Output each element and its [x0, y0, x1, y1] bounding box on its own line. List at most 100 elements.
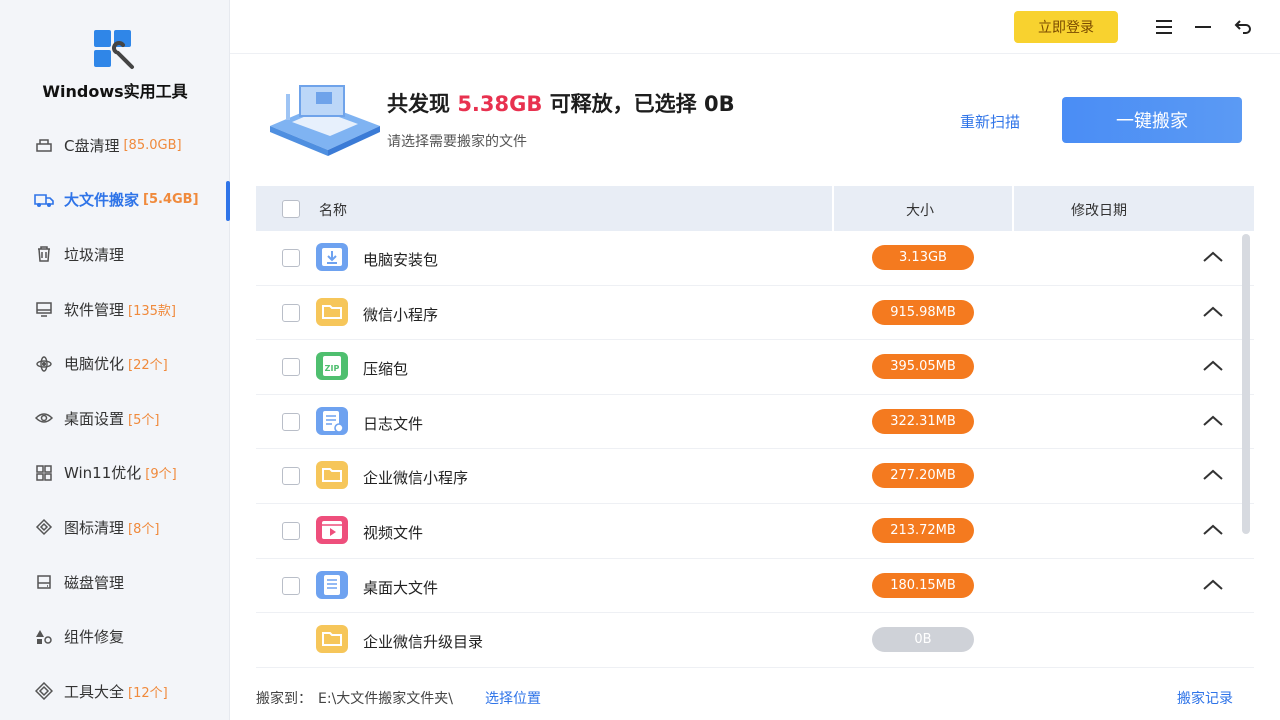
computer-illustration-icon [270, 85, 380, 156]
shapes-icon [34, 627, 54, 647]
log-file-icon [314, 405, 350, 437]
grid-icon [34, 463, 54, 483]
zip-icon: ZIP [314, 350, 350, 382]
folder-icon [314, 623, 350, 655]
truck-icon [34, 190, 54, 210]
row-checkbox[interactable] [282, 358, 300, 377]
summary-middle: 可释放，已选择 [549, 92, 697, 116]
file-category-name: 桌面大文件 [363, 578, 439, 597]
sidebar-item[interactable]: 软件管理 [135款] [0, 282, 230, 337]
document-icon [314, 569, 350, 601]
file-category-name: 微信小程序 [363, 305, 439, 324]
chevron-up-icon[interactable] [1201, 465, 1225, 485]
row-checkbox[interactable] [282, 303, 300, 322]
trash-icon [34, 244, 54, 264]
header-date: 修改日期 [1071, 203, 1127, 219]
select-all-checkbox[interactable] [282, 200, 300, 218]
sidebar-item-label: 电脑优化 [64, 355, 125, 374]
sidebar-item[interactable]: 电脑优化 [22个] [0, 336, 230, 391]
header-size: 大小 [906, 203, 934, 219]
table-scrollbar[interactable] [1242, 234, 1250, 534]
sidebar-item-badge: [5.4GB] [143, 192, 199, 208]
atom-icon [34, 354, 54, 374]
sidebar-nav: C盘清理 [85.0GB] 大文件搬家 [5.4GB] 垃圾清理 软件管理 [135款] 电脑… [0, 118, 230, 719]
chevron-up-icon[interactable] [1201, 302, 1225, 322]
table-header: 名称 大小 修改日期 [256, 186, 1254, 231]
monitor-icon [34, 299, 54, 319]
row-checkbox[interactable] [282, 576, 300, 595]
sidebar-item-label: 大文件搬家 [64, 191, 140, 210]
row-checkbox[interactable] [282, 467, 300, 486]
chevron-up-icon[interactable] [1201, 411, 1225, 431]
size-badge: 213.72MB [872, 517, 974, 543]
row-checkbox[interactable] [282, 412, 300, 431]
tools-icon [34, 681, 54, 701]
sidebar-item-badge: [135款] [128, 303, 176, 319]
file-category-name: 视频文件 [363, 523, 424, 542]
installer-icon [314, 241, 350, 273]
choose-location-link[interactable]: 选择位置 [485, 688, 541, 708]
header-divider [1012, 186, 1014, 231]
file-table: 名称 大小 修改日期 电脑安装包 3.13GB 微信小程序 915.98MB ZIP 压缩… [256, 186, 1254, 669]
sidebar-item-label: 桌面设置 [64, 409, 125, 428]
sidebar-item-label: 工具大全 [64, 682, 125, 701]
move-history-link[interactable]: 搬家记录 [1177, 688, 1233, 708]
sidebar-item[interactable]: 大文件搬家 [5.4GB] [0, 173, 230, 228]
summary-subtitle: 请选择需要搬家的文件 [387, 134, 527, 150]
sidebar-item-label: Win11优化 [64, 464, 142, 483]
sidebar-item-label: 垃圾清理 [64, 245, 125, 264]
summary-prefix: 共发现 [387, 92, 450, 116]
disk-icon [34, 572, 54, 592]
app-title: Windows实用工具 [42, 82, 188, 101]
folder-icon [314, 459, 350, 491]
minimize-icon[interactable] [1192, 16, 1214, 38]
one-click-move-button[interactable]: 一键搬家 [1062, 97, 1242, 143]
table-row[interactable]: 日志文件 322.31MB [256, 395, 1254, 450]
sidebar-item[interactable]: 工具大全 [12个] [0, 664, 230, 719]
chevron-up-icon[interactable] [1201, 247, 1225, 267]
chevron-up-icon[interactable] [1201, 520, 1225, 540]
table-row[interactable]: 桌面大文件 180.15MB [256, 559, 1254, 614]
chevron-up-icon[interactable] [1201, 575, 1225, 595]
size-badge: 180.15MB [872, 572, 974, 598]
file-category-name: 日志文件 [363, 414, 424, 433]
broom-icon [34, 135, 54, 155]
sidebar-item-badge: [9个] [145, 467, 177, 483]
sidebar-item[interactable]: 桌面设置 [5个] [0, 391, 230, 446]
sidebar-item[interactable]: Win11优化 [9个] [0, 446, 230, 501]
table-row[interactable]: 企业微信小程序 277.20MB [256, 449, 1254, 504]
table-row[interactable]: 电脑安装包 3.13GB [256, 231, 1254, 286]
menu-icon[interactable] [1153, 16, 1175, 38]
login-button[interactable]: 立即登录 [1014, 11, 1118, 43]
table-row[interactable]: 微信小程序 915.98MB [256, 286, 1254, 341]
chevron-up-icon[interactable] [1201, 356, 1225, 376]
app-logo-icon [94, 30, 134, 69]
table-row[interactable]: 企业微信升级目录 0B [256, 613, 1254, 668]
table-row[interactable]: ZIP 压缩包 395.05MB [256, 340, 1254, 395]
sidebar-item[interactable]: 垃圾清理 [0, 227, 230, 282]
sidebar-item-label: 磁盘管理 [64, 573, 125, 592]
table-body: 电脑安装包 3.13GB 微信小程序 915.98MB ZIP 压缩包 395.05MB 日志… [256, 231, 1254, 669]
size-badge: 277.20MB [872, 463, 974, 489]
sidebar-item-badge: [22个] [128, 358, 168, 374]
file-category-name: 企业微信小程序 [363, 469, 469, 488]
sidebar-item-label: 软件管理 [64, 300, 125, 319]
file-category-name: 企业微信升级目录 [363, 633, 484, 652]
row-checkbox[interactable] [282, 249, 300, 267]
size-badge: 322.31MB [872, 408, 974, 434]
sidebar-item[interactable]: 磁盘管理 [0, 555, 230, 610]
size-badge: 3.13GB [872, 245, 974, 270]
rescan-link[interactable]: 重新扫描 [960, 111, 1020, 132]
sidebar-item-badge: [85.0GB] [123, 137, 182, 153]
header-name: 名称 [319, 203, 347, 219]
sidebar-item[interactable]: C盘清理 [85.0GB] [0, 118, 230, 173]
file-category-name: 压缩包 [363, 360, 409, 379]
eye-icon [34, 408, 54, 428]
row-checkbox[interactable] [282, 521, 300, 540]
back-icon[interactable] [1232, 16, 1254, 38]
selected-amount: 0B [704, 92, 735, 116]
sidebar-item[interactable]: 组件修复 [0, 609, 230, 664]
sidebar-item[interactable]: 图标清理 [8个] [0, 500, 230, 555]
table-row[interactable]: 视频文件 213.72MB [256, 504, 1254, 559]
sidebar-item-label: C盘清理 [64, 136, 120, 155]
